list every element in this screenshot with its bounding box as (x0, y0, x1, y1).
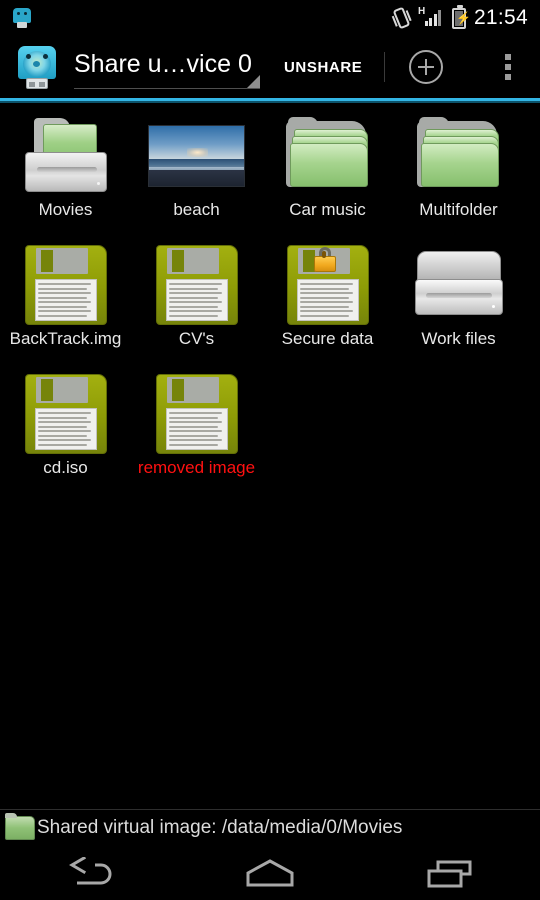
floppy-disk-icon (24, 241, 107, 329)
lock-icon (313, 247, 337, 273)
battery-charging-icon: ⚡ (451, 4, 471, 29)
shared-items-grid: Movies beach Car music Multifolder BackT… (0, 112, 540, 788)
android-app-screen: H ⚡ 21:54 Share u…vice 0 UNSHARE Movies … (0, 0, 540, 900)
grid-item-label: BackTrack.img (9, 329, 122, 348)
floppy-disk-icon (155, 370, 238, 458)
grid-item-label: cd.iso (43, 458, 88, 477)
drive-with-folder-icon (20, 112, 112, 200)
spinner-underline (74, 88, 260, 89)
floppy-disk-locked-icon (286, 241, 369, 329)
share-target-spinner[interactable]: Share u…vice 0 (74, 43, 262, 91)
photo-thumbnail-icon (148, 112, 245, 200)
signal-bars-icon: H (418, 7, 444, 29)
grid-item-label: removed image (137, 458, 256, 477)
bottom-status-bar: Shared virtual image: /data/media/0/Movi… (0, 810, 540, 845)
system-status-bar: H ⚡ 21:54 (0, 0, 540, 36)
dropdown-caret-icon[interactable] (247, 75, 260, 88)
status-bar-system-icons: H ⚡ 21:54 (391, 4, 540, 30)
green-folder-icon (5, 812, 35, 840)
grid-item[interactable]: Multifolder (393, 112, 524, 241)
folder-stack-icon (415, 112, 503, 200)
grid-item-label: Car music (289, 200, 366, 219)
home-icon[interactable] (215, 849, 325, 897)
status-bar-notifications (0, 7, 32, 29)
grid-item-label: beach (173, 200, 220, 219)
grid-item-label: Movies (38, 200, 93, 219)
plus-circle-icon[interactable] (409, 50, 444, 84)
grid-item[interactable]: beach (131, 112, 262, 241)
floppy-disk-icon (155, 241, 238, 329)
action-bar-accent-shadow (0, 101, 540, 103)
grid-item-label: Secure data (281, 329, 374, 348)
app-notification-icon (12, 7, 32, 29)
shared-image-path-label: Shared virtual image: /data/media/0/Movi… (37, 816, 403, 838)
status-bar-clock: 21:54 (473, 6, 528, 29)
grid-item[interactable]: Secure data (262, 241, 393, 370)
floppy-disk-icon (24, 370, 107, 458)
vibrate-icon (389, 5, 413, 32)
grid-item[interactable]: Movies (0, 112, 131, 241)
grid-item-label: CV's (178, 329, 215, 348)
system-navigation-bar (0, 845, 540, 900)
app-logo-icon[interactable] (14, 44, 60, 90)
app-action-bar: Share u…vice 0 UNSHARE (0, 36, 540, 98)
grid-item[interactable]: removed image (131, 370, 262, 499)
grid-item-label: Work files (421, 329, 496, 348)
unshare-button[interactable]: UNSHARE (284, 59, 362, 76)
back-icon[interactable] (35, 849, 145, 897)
grid-item[interactable]: Car music (262, 112, 393, 241)
folder-stack-icon (284, 112, 372, 200)
grid-item[interactable]: CV's (131, 241, 262, 370)
overflow-menu-icon[interactable] (497, 52, 519, 82)
page-title: Share u…vice 0 (74, 50, 252, 78)
grid-item-label: Multifolder (419, 200, 498, 219)
recents-icon[interactable] (395, 849, 505, 897)
grid-item[interactable]: BackTrack.img (0, 241, 131, 370)
drive-icon (413, 241, 505, 329)
grid-item[interactable]: cd.iso (0, 370, 131, 499)
action-bar-divider (384, 52, 386, 82)
grid-item[interactable]: Work files (393, 241, 524, 370)
